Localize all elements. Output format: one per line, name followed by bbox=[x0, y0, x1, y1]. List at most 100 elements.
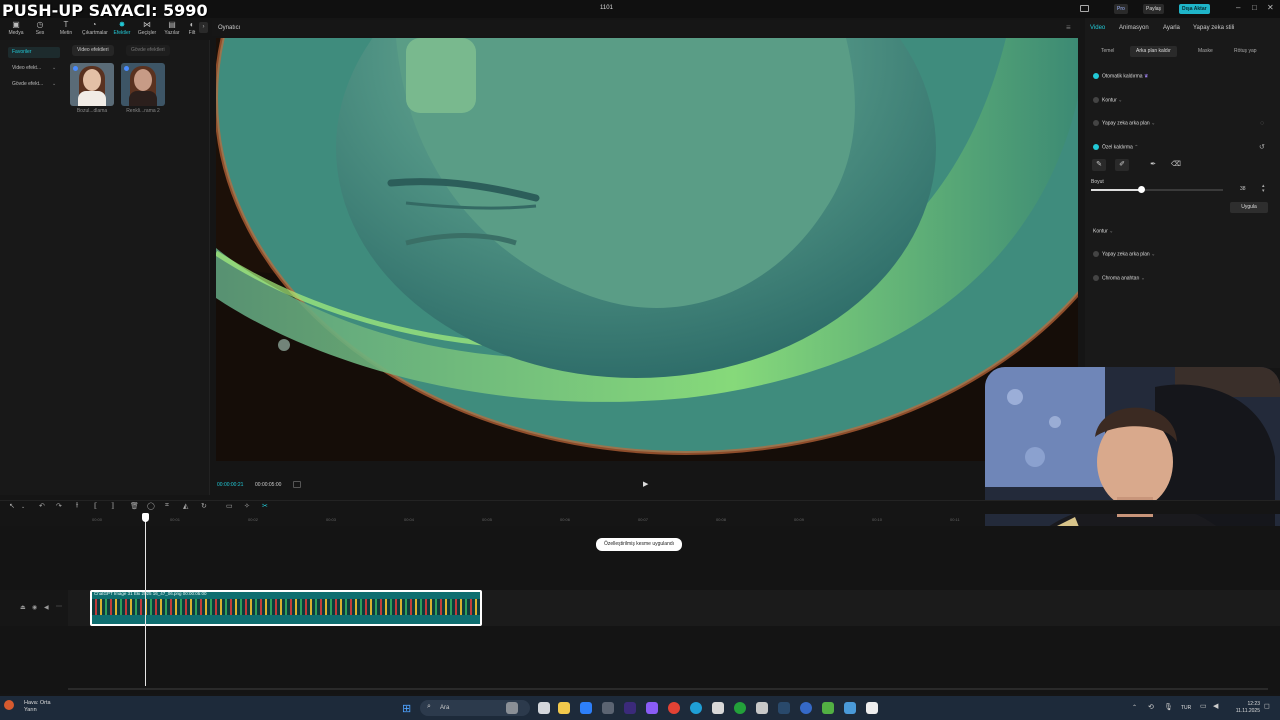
side-item-favorites[interactable]: Favoriler bbox=[8, 47, 60, 58]
taskbar-app-icon[interactable] bbox=[756, 702, 768, 714]
file-explorer-icon[interactable] bbox=[558, 702, 570, 714]
select-tool-icon[interactable]: ↖ bbox=[9, 502, 15, 510]
tray-app-icon[interactable]: ⟲ bbox=[1148, 703, 1154, 711]
apply-button[interactable]: Uygula bbox=[1230, 202, 1268, 213]
stepper-icon[interactable]: ▴ ▾ bbox=[1262, 184, 1265, 194]
taskbar-app-icon[interactable] bbox=[506, 702, 518, 714]
split-left-icon[interactable]: ⟦ bbox=[94, 502, 97, 510]
maximize-icon[interactable]: □ bbox=[1252, 3, 1257, 12]
language-indicator[interactable]: TUR bbox=[1181, 705, 1191, 711]
option-contour-2[interactable]: Kontur ⌄ bbox=[1093, 228, 1113, 234]
tool-captions[interactable]: ▤ Yazılar bbox=[160, 20, 184, 36]
chrome-icon[interactable] bbox=[668, 702, 680, 714]
freeze-icon[interactable]: ▭ bbox=[226, 502, 233, 510]
size-slider-knob[interactable] bbox=[1138, 186, 1145, 193]
track-lock-icon[interactable]: ⏏ bbox=[20, 604, 26, 611]
mic-icon[interactable]: 🎙 bbox=[1164, 703, 1173, 711]
option-chroma-key[interactable]: Chroma anahtarı ⌄ bbox=[1093, 275, 1145, 281]
redo-icon[interactable]: ↷ bbox=[56, 502, 62, 510]
track-audio-icon[interactable]: ◀ bbox=[44, 604, 49, 611]
tool-media[interactable]: ▣ Medya bbox=[4, 20, 28, 36]
video-preview[interactable] bbox=[216, 38, 1078, 461]
subtab-remove-bg[interactable]: Arka plan kaldır bbox=[1130, 46, 1177, 57]
chevron-down-icon[interactable]: ⌄ bbox=[21, 504, 25, 510]
delete-icon[interactable]: 🗑 bbox=[130, 502, 139, 510]
brush-icon[interactable]: ✎ bbox=[1092, 159, 1106, 171]
option-custom-remove[interactable]: Özel kaldırma ⌃ bbox=[1093, 144, 1138, 150]
tool-stickers[interactable]: ◔ Çıkartmalar bbox=[82, 20, 108, 36]
remove-bg-icon[interactable]: ✂ bbox=[262, 502, 268, 510]
effect-thumbnail[interactable] bbox=[121, 63, 165, 106]
pen-icon[interactable]: ✒ bbox=[1146, 159, 1160, 171]
minimize-icon[interactable]: – bbox=[1236, 3, 1240, 12]
reset-icon[interactable]: ○ bbox=[1260, 120, 1264, 127]
task-view-icon[interactable] bbox=[538, 702, 550, 714]
undo-icon[interactable]: ↶ bbox=[39, 502, 45, 510]
notification-icon[interactable]: ◻ bbox=[1264, 702, 1270, 710]
marker-icon[interactable]: ◯ bbox=[147, 502, 155, 510]
taskbar-app-icon[interactable] bbox=[712, 702, 724, 714]
layout-icon[interactable] bbox=[1080, 5, 1089, 12]
option-ai-background-2[interactable]: Yapay zeka arka plan ⌄ bbox=[1093, 251, 1155, 257]
tools-more-icon[interactable]: › bbox=[199, 22, 208, 33]
playhead-handle[interactable] bbox=[142, 513, 149, 522]
magic-icon[interactable]: ✧ bbox=[244, 502, 250, 510]
track-visibility-icon[interactable]: ◉ bbox=[32, 604, 37, 611]
smart-brush-icon[interactable]: ✐ bbox=[1115, 159, 1129, 171]
menu-icon[interactable]: ≡ bbox=[1066, 23, 1071, 32]
taskbar-app-icon[interactable] bbox=[844, 702, 856, 714]
weather-widget[interactable]: Hava: Orta Yarın bbox=[24, 700, 51, 714]
grid-icon[interactable] bbox=[293, 481, 301, 488]
play-icon[interactable]: ▶ bbox=[643, 480, 648, 488]
playhead[interactable] bbox=[145, 514, 146, 686]
rotate-icon[interactable]: ↻ bbox=[201, 502, 207, 510]
taskbar-app-icon[interactable] bbox=[822, 702, 834, 714]
tool-filters[interactable]: ◐ Filt bbox=[184, 20, 200, 36]
discord-icon[interactable] bbox=[646, 702, 658, 714]
tool-text[interactable]: T Metin bbox=[54, 20, 78, 36]
capcut-icon[interactable] bbox=[866, 702, 878, 714]
option-auto-remove[interactable]: Otomatik kaldırma ♛ bbox=[1093, 73, 1148, 79]
option-ai-background[interactable]: Yapay zeka arka plan ⌄ bbox=[1093, 120, 1155, 126]
split-right-icon[interactable]: ⟧ bbox=[111, 502, 114, 510]
tool-transitions[interactable]: ⋈ Geçişler bbox=[135, 20, 159, 36]
edge-icon[interactable] bbox=[690, 702, 702, 714]
steam-icon[interactable] bbox=[778, 702, 790, 714]
chip-body-effects[interactable]: Gövde efektleri bbox=[126, 45, 170, 56]
export-button[interactable]: Dışa Aktar bbox=[1179, 4, 1210, 14]
tab-video[interactable]: Video bbox=[1090, 25, 1105, 31]
track-more-icon[interactable]: ⋯ bbox=[56, 603, 62, 610]
volume-icon[interactable]: ◀ bbox=[1213, 702, 1218, 710]
taskbar-app-icon[interactable] bbox=[800, 702, 812, 714]
share-button[interactable]: Paylaş bbox=[1143, 4, 1165, 14]
tool-effects[interactable]: ✸ Efektler bbox=[110, 20, 134, 36]
chip-video-effects[interactable]: Video efektleri bbox=[72, 45, 114, 56]
option-contour[interactable]: Kontur ⌄ bbox=[1093, 97, 1122, 103]
windows-start-icon[interactable]: ⊞ bbox=[402, 702, 411, 715]
system-clock[interactable]: 12:23 11.11.2025 bbox=[1226, 701, 1260, 715]
tab-ai-style[interactable]: Yapay zeka stili bbox=[1193, 25, 1234, 31]
mirror-icon[interactable]: ◭ bbox=[183, 502, 188, 510]
weather-icon[interactable] bbox=[4, 700, 14, 710]
tab-animation[interactable]: Animasyon bbox=[1119, 25, 1149, 31]
tray-chevron-icon[interactable]: ⌃ bbox=[1132, 704, 1137, 711]
reset-icon[interactable]: ↺ bbox=[1259, 143, 1265, 151]
size-value[interactable]: 38 bbox=[1240, 186, 1246, 192]
xbox-icon[interactable] bbox=[734, 702, 746, 714]
timeline-scrollbar[interactable] bbox=[68, 688, 1268, 690]
split-icon[interactable]: ⫲ bbox=[76, 502, 78, 510]
close-icon[interactable]: ✕ bbox=[1267, 3, 1274, 12]
pro-button[interactable]: Pro bbox=[1114, 4, 1128, 14]
tab-adjust[interactable]: Ayarla bbox=[1163, 25, 1180, 31]
tool-audio[interactable]: ◷ Ses bbox=[28, 20, 52, 36]
effect-thumbnail[interactable] bbox=[70, 63, 114, 106]
subtab-retouch[interactable]: Rötuş yap bbox=[1228, 46, 1263, 57]
eraser-icon[interactable]: ⌫ bbox=[1169, 159, 1183, 171]
taskbar-app-icon[interactable] bbox=[602, 702, 614, 714]
taskbar-app-icon[interactable] bbox=[624, 702, 636, 714]
subtab-basic[interactable]: Temel bbox=[1095, 46, 1120, 57]
network-icon[interactable]: ▭ bbox=[1200, 702, 1207, 710]
subtab-mask[interactable]: Maske bbox=[1192, 46, 1219, 57]
store-icon[interactable] bbox=[580, 702, 592, 714]
crop-icon[interactable]: ⌗ bbox=[165, 502, 169, 510]
